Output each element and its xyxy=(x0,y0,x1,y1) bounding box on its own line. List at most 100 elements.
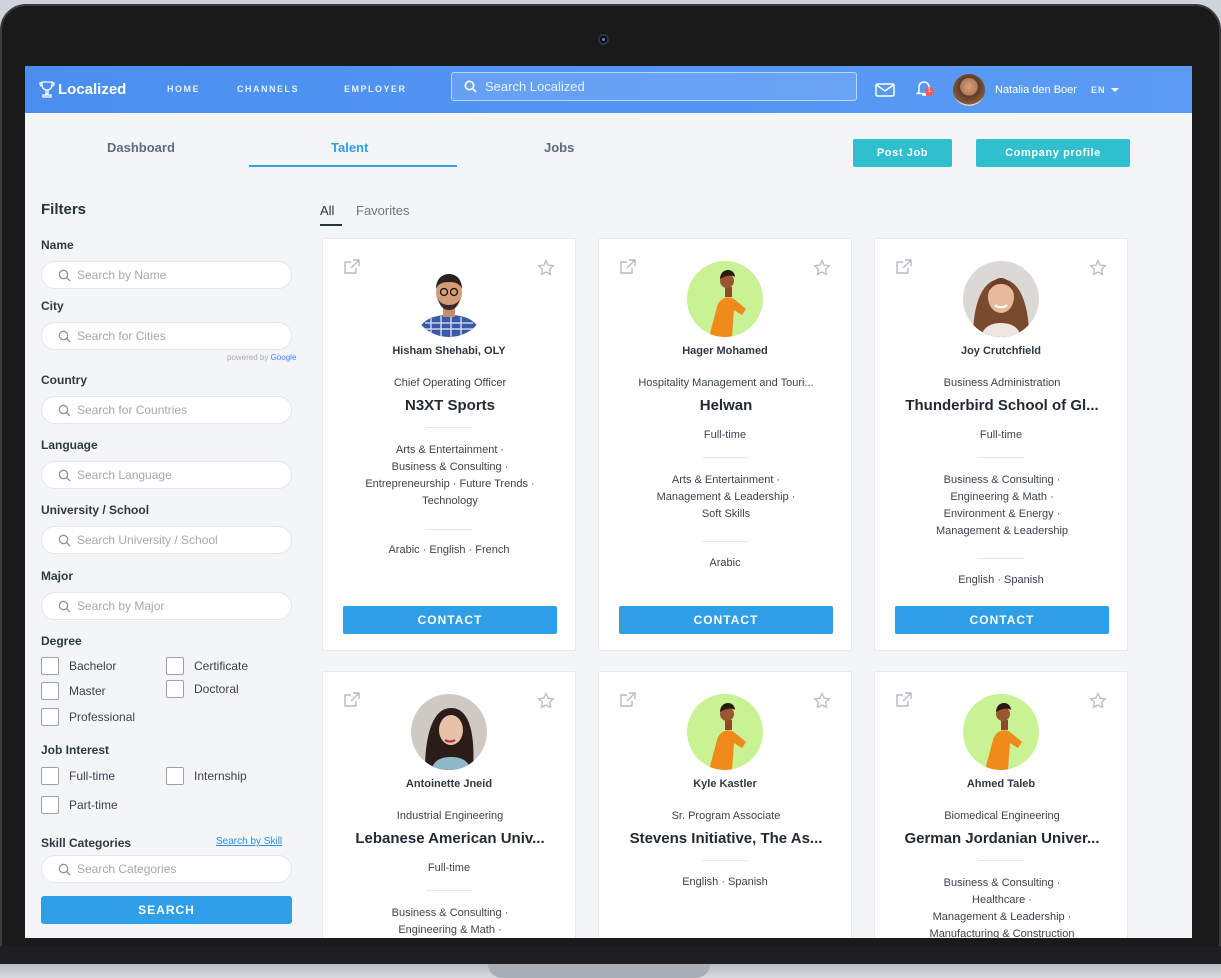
checkbox-box[interactable] xyxy=(41,767,59,785)
talent-skills: Business & Consulting · Engineering & Ma… xyxy=(333,905,567,938)
checkbox-box[interactable] xyxy=(166,767,184,785)
job-internship-checkbox[interactable]: Internship xyxy=(166,767,247,785)
nav-home[interactable]: HOME xyxy=(167,84,200,94)
checkbox-box[interactable] xyxy=(41,657,59,675)
subtab-favorites[interactable]: Favorites xyxy=(356,203,409,218)
degree-doctoral-checkbox[interactable]: Doctoral xyxy=(166,680,239,698)
divider xyxy=(426,890,472,891)
person-illustration-icon xyxy=(709,270,746,337)
chevron-down-icon[interactable] xyxy=(1111,87,1120,93)
contact-button[interactable]: CONTACT xyxy=(343,606,557,634)
checkbox-box[interactable] xyxy=(166,657,184,675)
talent-org: German Jordanian Univer... xyxy=(904,830,1100,847)
talent-org: Thunderbird School of Gl... xyxy=(905,397,1099,414)
post-job-button[interactable]: Post Job xyxy=(853,139,952,167)
contact-button[interactable]: CONTACT xyxy=(619,606,833,634)
talent-card: Joy Crutchfield Business Administration … xyxy=(874,238,1128,651)
mail-icon[interactable] xyxy=(875,82,895,97)
degree-bachelor-checkbox[interactable]: Bachelor xyxy=(41,657,116,675)
user-name[interactable]: Natalia den Boer xyxy=(995,84,1077,96)
default-avatar xyxy=(687,694,763,770)
person-illustration-icon xyxy=(985,703,1022,770)
global-search-placeholder: Search Localized xyxy=(485,79,585,94)
degree-label: Degree xyxy=(41,634,82,648)
tab-jobs[interactable]: Jobs xyxy=(544,140,574,155)
subtab-all[interactable]: All xyxy=(320,203,334,218)
external-link-icon[interactable] xyxy=(343,692,361,708)
search-by-skill-link[interactable]: Search by Skill xyxy=(216,836,282,847)
degree-professional-checkbox[interactable]: Professional xyxy=(41,708,135,726)
nav-channels[interactable]: CHANNELS xyxy=(237,84,299,94)
talent-name[interactable]: Ahmed Taleb xyxy=(875,778,1127,790)
talent-name[interactable]: Hisham Shehabi, OLY xyxy=(323,345,575,357)
search-icon xyxy=(58,863,71,875)
skill-search-input[interactable]: Search Categories xyxy=(41,855,292,883)
talent-org: Lebanese American Univ... xyxy=(355,830,545,847)
language-selector[interactable]: EN xyxy=(1091,85,1106,95)
country-label: Country xyxy=(41,373,87,387)
star-icon[interactable] xyxy=(537,692,555,710)
tab-dashboard[interactable]: Dashboard xyxy=(107,140,175,155)
star-icon[interactable] xyxy=(537,259,555,277)
major-search-input[interactable]: Search by Major xyxy=(41,592,292,620)
skill-line: Arts & Entertainment · xyxy=(671,474,781,486)
checkbox-box[interactable] xyxy=(166,680,184,698)
checkbox-box[interactable] xyxy=(41,682,59,700)
talent-job-type: Full-time xyxy=(703,429,747,441)
talent-name[interactable]: Kyle Kastler xyxy=(599,778,851,790)
talent-name[interactable]: Joy Crutchfield xyxy=(875,345,1127,357)
talent-name[interactable]: Antoinette Jneid xyxy=(323,778,575,790)
star-icon[interactable] xyxy=(1089,259,1107,277)
divider xyxy=(702,541,748,542)
search-button[interactable]: SEARCH xyxy=(41,896,292,924)
language-search-input[interactable]: Search Language xyxy=(41,461,292,489)
university-search-input[interactable]: Search University / School xyxy=(41,526,292,554)
talent-name[interactable]: Hager Mohamed xyxy=(599,345,851,357)
nav-employer[interactable]: EMPLOYER xyxy=(344,84,407,94)
external-link-icon[interactable] xyxy=(619,692,637,708)
job-fulltime-checkbox[interactable]: Full-time xyxy=(41,767,115,785)
divider xyxy=(978,558,1024,559)
language-label: Language xyxy=(41,438,98,452)
degree-certificate-checkbox[interactable]: Certificate xyxy=(166,657,248,675)
external-link-icon[interactable] xyxy=(895,259,913,275)
user-avatar[interactable] xyxy=(953,73,985,106)
talent-card: Hager Mohamed Hospitality Management and… xyxy=(598,238,852,651)
degree-master-checkbox[interactable]: Master xyxy=(41,682,106,700)
skill-line: Technology xyxy=(422,495,478,507)
global-search-input[interactable]: Search Localized xyxy=(451,72,857,101)
skill-categories-label: Skill Categories xyxy=(41,836,132,850)
skill-line: Healthcare · xyxy=(972,894,1032,906)
notification-badge: 1 xyxy=(925,86,934,96)
search-icon xyxy=(58,469,71,481)
logo[interactable]: Localized xyxy=(39,80,126,99)
country-search-input[interactable]: Search for Countries xyxy=(41,396,292,424)
talent-languages: English · Spanish xyxy=(958,574,1044,586)
star-icon[interactable] xyxy=(813,259,831,277)
checkbox-box[interactable] xyxy=(41,708,59,726)
default-avatar xyxy=(963,694,1039,770)
external-link-icon[interactable] xyxy=(895,692,913,708)
skill-line: Management & Leadership · xyxy=(656,491,796,503)
external-link-icon[interactable] xyxy=(343,259,361,275)
job-parttime-checkbox[interactable]: Part-time xyxy=(41,796,118,814)
star-icon[interactable] xyxy=(1089,692,1107,710)
company-profile-button[interactable]: Company profile xyxy=(976,139,1130,167)
profile-photo xyxy=(963,261,1039,337)
top-navbar: Localized HOME CHANNELS EMPLOYER Search … xyxy=(25,66,1192,113)
tab-talent[interactable]: Talent xyxy=(331,140,368,155)
search-icon xyxy=(58,534,71,546)
talent-role: Industrial Engineering xyxy=(396,810,504,822)
contact-button[interactable]: CONTACT xyxy=(895,606,1109,634)
notifications[interactable]: 1 xyxy=(915,79,937,101)
external-link-icon[interactable] xyxy=(619,259,637,275)
university-label: University / School xyxy=(41,503,150,517)
city-search-placeholder: Search for Cities xyxy=(77,329,166,343)
talent-languages: Arabic xyxy=(709,557,741,569)
name-search-input[interactable]: Search by Name xyxy=(41,261,292,289)
nav-user-area: 1 Natalia den Boer EN xyxy=(875,66,1120,113)
talent-org: Stevens Initiative, The As... xyxy=(629,830,823,847)
city-search-input[interactable]: Search for Cities xyxy=(41,322,292,350)
checkbox-box[interactable] xyxy=(41,796,59,814)
star-icon[interactable] xyxy=(813,692,831,710)
